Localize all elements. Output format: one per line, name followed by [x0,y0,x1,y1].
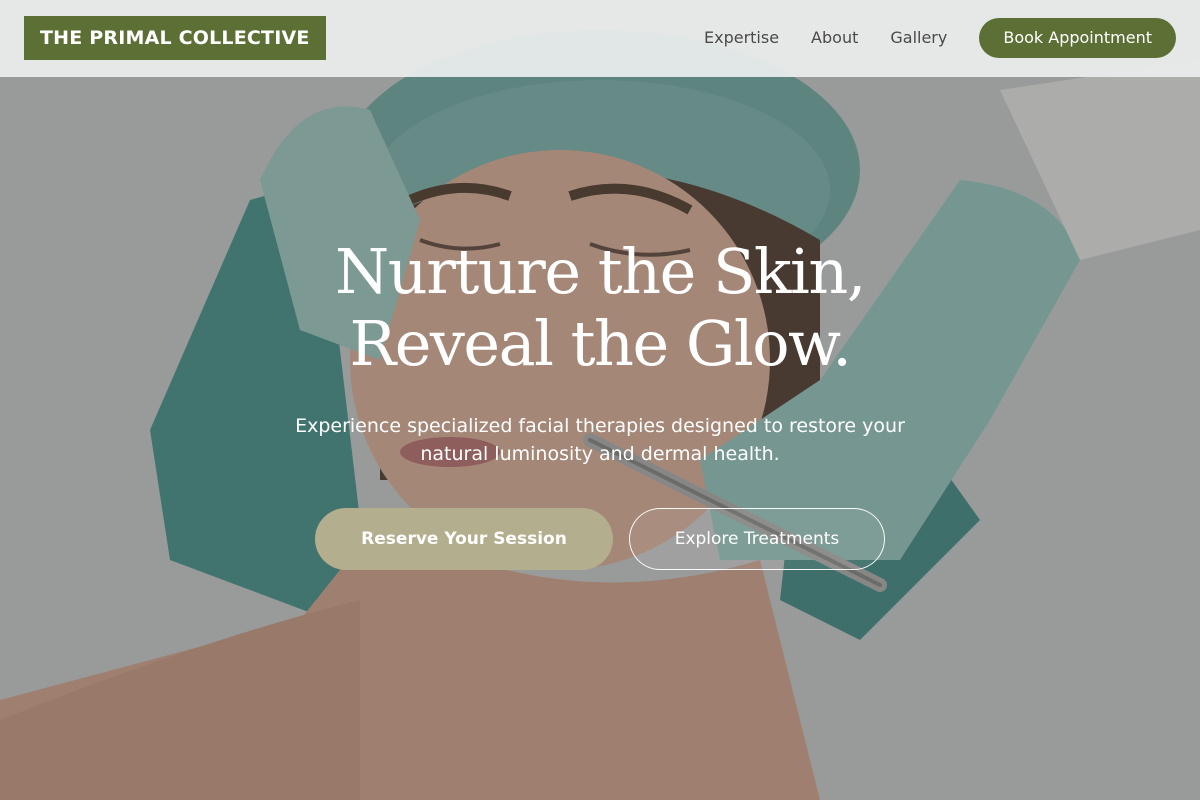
main-nav: Expertise About Gallery Book Appointment [704,18,1176,58]
hero-subtitle: Experience specialized facial therapies … [295,415,905,465]
hero-cta-row: Reserve Your Session Explore Treatments [0,508,1200,570]
explore-treatments-button[interactable]: Explore Treatments [629,508,885,570]
reserve-session-button[interactable]: Reserve Your Session [315,508,613,570]
book-appointment-button[interactable]: Book Appointment [979,18,1176,58]
nav-link-about[interactable]: About [811,18,858,58]
hero-section: Nurture the Skin, Reveal the Glow. Exper… [0,0,1200,800]
hero-title-line-2: Reveal the Glow. [349,307,852,380]
hero-content: Nurture the Skin, Reveal the Glow. Exper… [0,236,1200,570]
hero-title: Nurture the Skin, Reveal the Glow. [0,236,1200,380]
nav-link-expertise[interactable]: Expertise [704,18,779,58]
nav-link-gallery[interactable]: Gallery [890,18,947,58]
site-header: THE PRIMAL COLLECTIVE Expertise About Ga… [0,0,1200,77]
hero-title-line-1: Nurture the Skin, [335,235,866,308]
brand-logo[interactable]: THE PRIMAL COLLECTIVE [24,16,326,60]
